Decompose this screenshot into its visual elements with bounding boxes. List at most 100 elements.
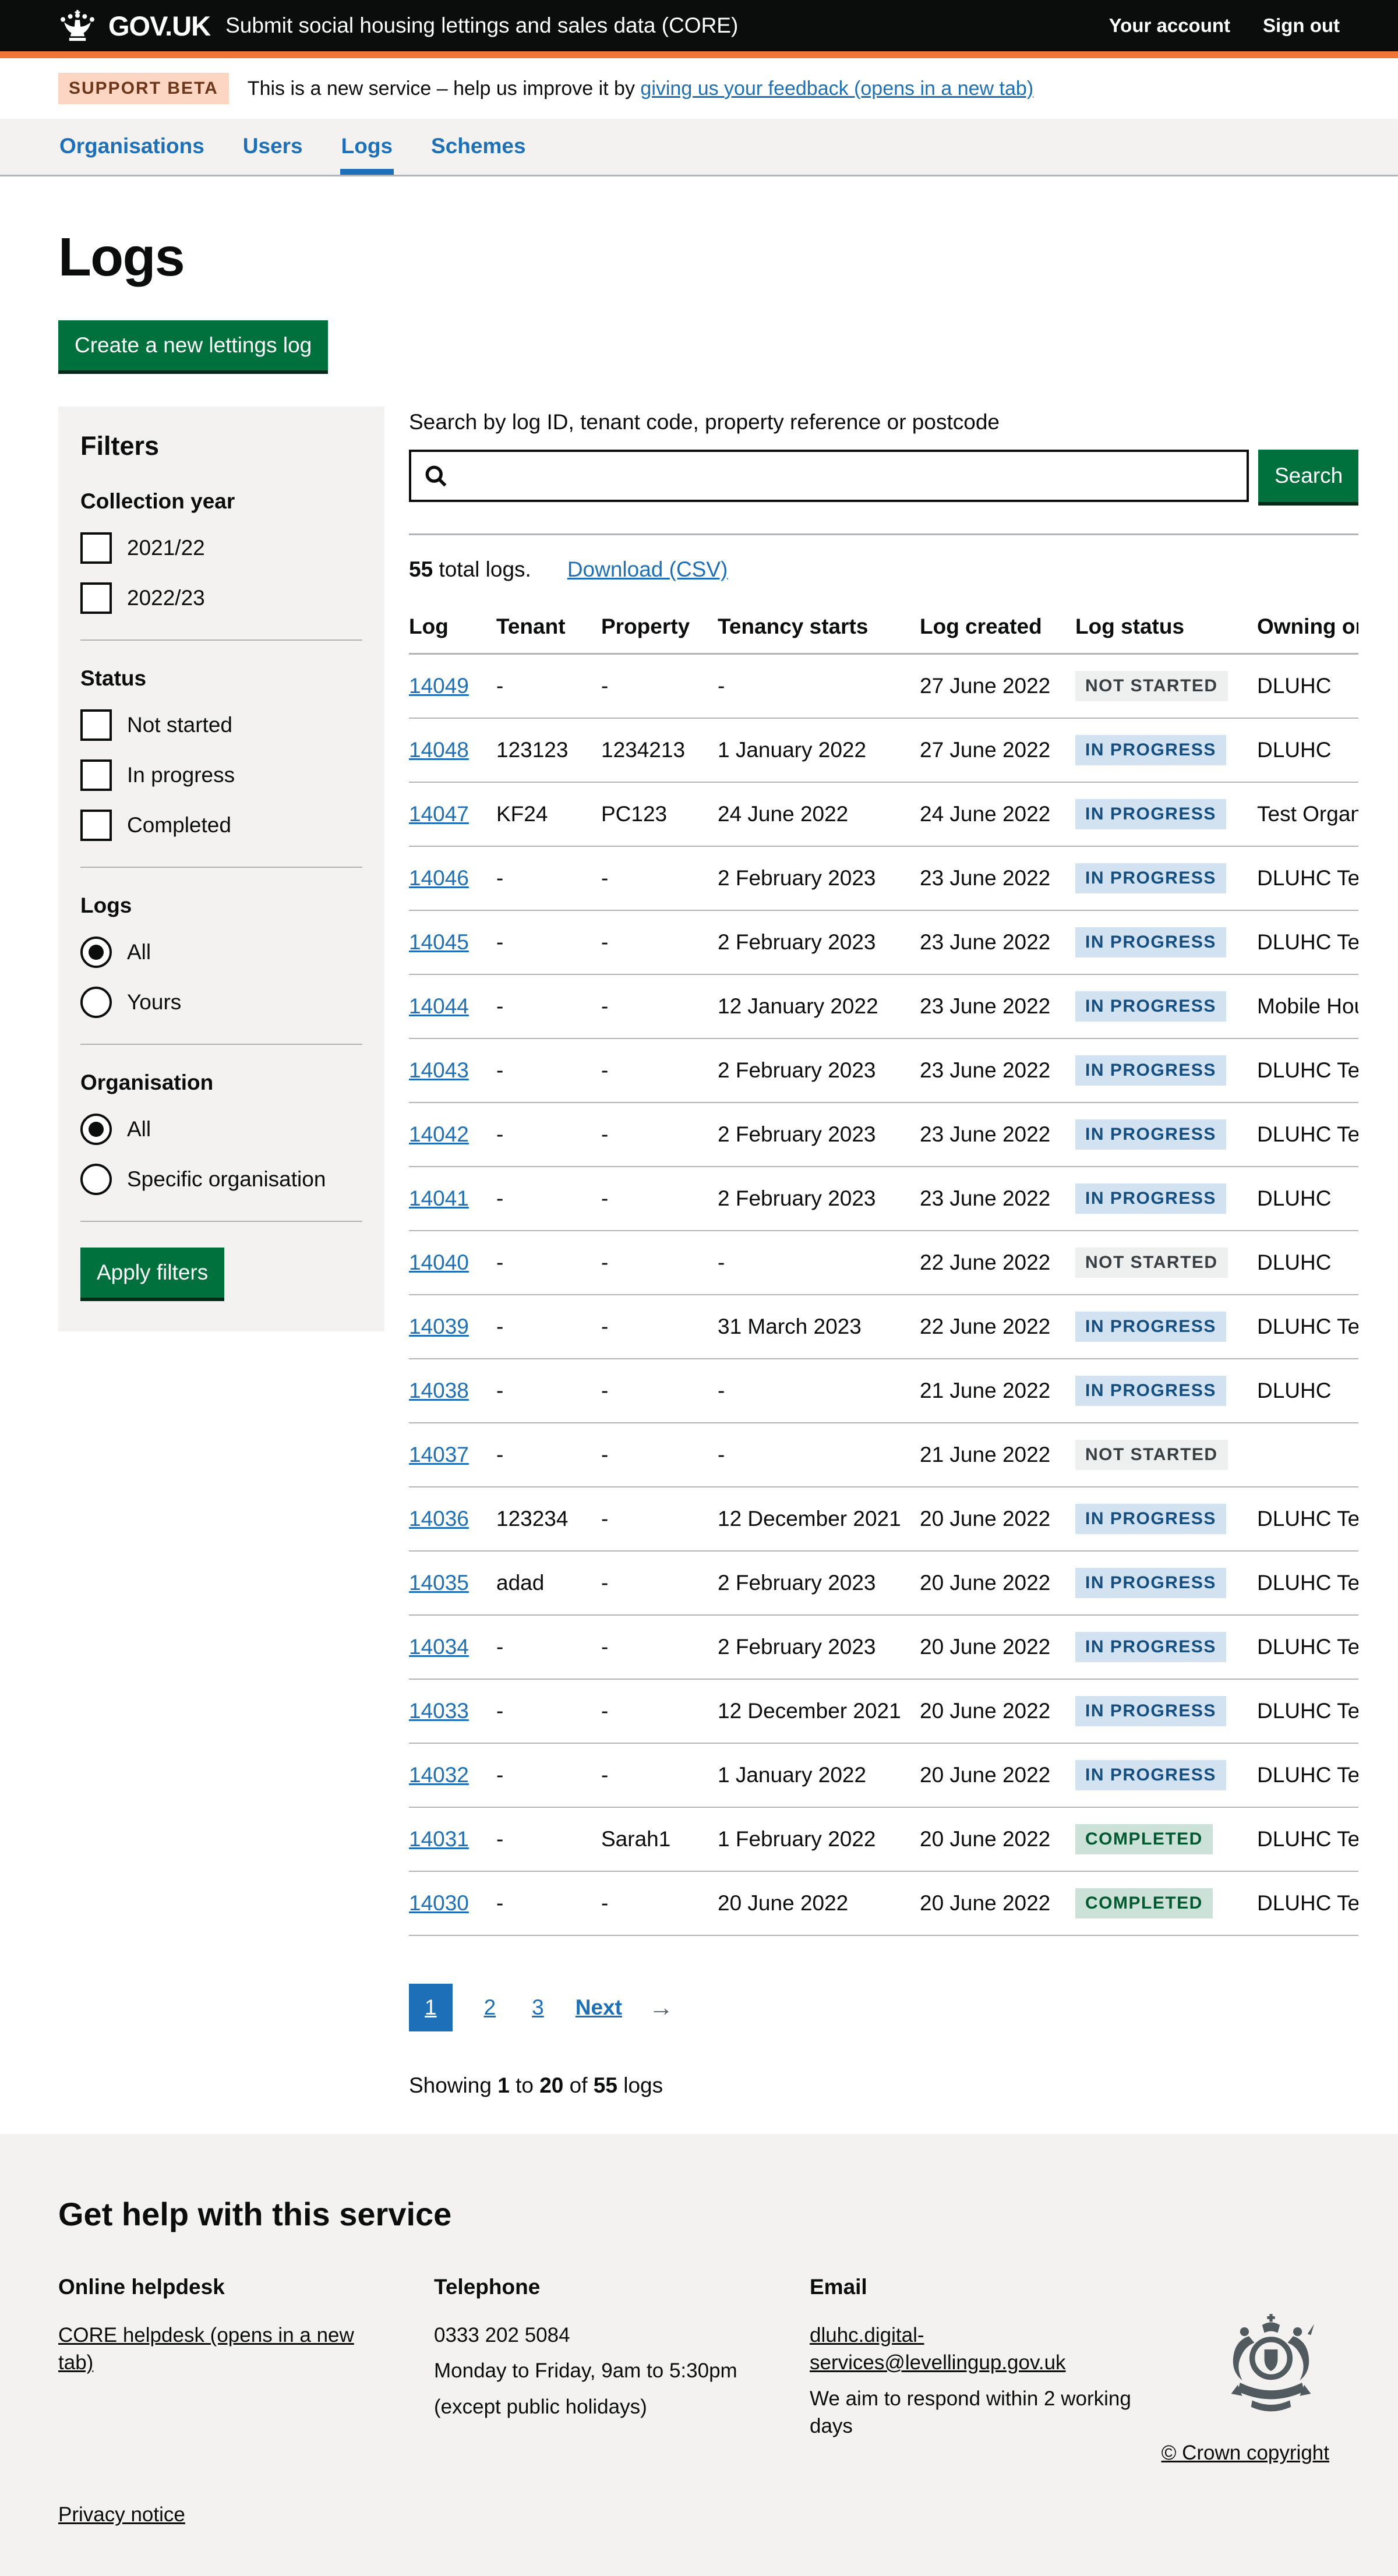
log-id-link[interactable]: 14031	[409, 1827, 469, 1851]
showing-prefix: Showing	[409, 2073, 497, 2097]
logs-table: LogTenantPropertyTenancy startsLog creat…	[409, 614, 1358, 1936]
checkbox-icon[interactable]	[80, 759, 112, 791]
status-badge: NOT STARTED	[1075, 1440, 1228, 1470]
cell-log: 14048	[409, 718, 496, 782]
log-id-link[interactable]: 14035	[409, 1571, 469, 1595]
search-row: Search	[409, 450, 1358, 502]
cell-tenant: adad	[496, 1551, 601, 1615]
log-id-link[interactable]: 14048	[409, 738, 469, 762]
radio-icon[interactable]	[80, 1114, 112, 1145]
log-id-link[interactable]: 14041	[409, 1186, 469, 1210]
radio-icon[interactable]	[80, 1164, 112, 1195]
cell-log-created: 20 June 2022	[920, 1551, 1075, 1615]
header-link-sign-out[interactable]: Sign out	[1263, 15, 1340, 37]
service-name[interactable]: Submit social housing lettings and sales…	[225, 13, 738, 38]
radio-option-specific-organisation[interactable]: Specific organisation	[80, 1164, 362, 1195]
apply-filters-button[interactable]: Apply filters	[80, 1248, 224, 1298]
cell-log-created: 20 June 2022	[920, 1871, 1075, 1935]
log-id-link[interactable]: 14039	[409, 1314, 469, 1338]
footer-link-core-helpdesk-opens-in-a-new-t[interactable]: CORE helpdesk (opens in a new tab)	[58, 2324, 354, 2374]
feedback-link[interactable]: giving us your feedback (opens in a new …	[640, 77, 1033, 100]
cell-log: 14044	[409, 974, 496, 1038]
log-id-link[interactable]: 14046	[409, 866, 469, 890]
status-badge: IN PROGRESS	[1075, 735, 1226, 765]
two-column-layout: Filters Collection year2021/222022/23Sta…	[58, 407, 1358, 2098]
cell-log-created: 22 June 2022	[920, 1231, 1075, 1295]
log-id-link[interactable]: 14043	[409, 1058, 469, 1082]
log-id-link[interactable]: 14037	[409, 1443, 469, 1467]
header-link-your-account[interactable]: Your account	[1109, 15, 1230, 37]
cell-property: -	[601, 1743, 718, 1807]
checkbox-option-2022-23[interactable]: 2022/23	[80, 582, 362, 614]
results-summary: 55 total logs. Download (CSV)	[409, 557, 1358, 582]
checkbox-icon[interactable]	[80, 582, 112, 614]
column-header-tenancy-starts: Tenancy starts	[718, 614, 920, 654]
status-badge: IN PROGRESS	[1075, 1760, 1226, 1790]
cell-tenant: -	[496, 1743, 601, 1807]
log-id-link[interactable]: 14033	[409, 1699, 469, 1723]
search-button[interactable]: Search	[1258, 450, 1358, 502]
radio-option-all[interactable]: All	[80, 1114, 362, 1145]
cell-owning-organisation: DLUHC Tes	[1257, 1295, 1358, 1359]
filter-section-organisation: OrganisationAllSpecific organisation	[80, 1070, 362, 1222]
checkbox-option-2021-22[interactable]: 2021/22	[80, 532, 362, 564]
log-id-link[interactable]: 14036	[409, 1507, 469, 1531]
log-id-link[interactable]: 14045	[409, 930, 469, 954]
radio-option-all[interactable]: All	[80, 937, 362, 968]
nav-item-organisations[interactable]: Organisations	[58, 119, 206, 175]
pagination-page-1[interactable]: 1	[409, 1984, 453, 2031]
nav-item-users[interactable]: Users	[242, 119, 304, 175]
showing-from: 1	[497, 2073, 510, 2097]
log-id-link[interactable]: 14030	[409, 1891, 469, 1915]
nav-item-schemes[interactable]: Schemes	[430, 119, 527, 175]
pagination-next-link[interactable]: Next	[576, 1995, 622, 2020]
cell-property: -	[601, 1487, 718, 1551]
cell-property: -	[601, 1871, 718, 1935]
search-input[interactable]	[409, 450, 1249, 502]
checkbox-icon[interactable]	[80, 810, 112, 841]
log-id-link[interactable]: 14047	[409, 802, 469, 826]
checkbox-icon[interactable]	[80, 532, 112, 564]
cell-log: 14033	[409, 1679, 496, 1743]
checkbox-option-in-progress[interactable]: In progress	[80, 759, 362, 791]
table-row: 1404812312312342131 January 202227 June …	[409, 718, 1358, 782]
cell-log-status: IN PROGRESS	[1075, 846, 1257, 910]
cell-log-status: IN PROGRESS	[1075, 1743, 1257, 1807]
cell-log-status: NOT STARTED	[1075, 654, 1257, 719]
table-row: 14032--1 January 202220 June 2022IN PROG…	[409, 1743, 1358, 1807]
cell-tenant: -	[496, 1615, 601, 1679]
log-id-link[interactable]: 14049	[409, 674, 469, 698]
radio-icon[interactable]	[80, 937, 112, 968]
pagination-page-3[interactable]: 3	[527, 1984, 549, 2031]
log-id-link[interactable]: 14038	[409, 1379, 469, 1402]
log-id-link[interactable]: 14034	[409, 1635, 469, 1659]
cell-tenant: -	[496, 1038, 601, 1103]
cell-log-created: 27 June 2022	[920, 718, 1075, 782]
privacy-notice-link[interactable]: Privacy notice	[58, 2503, 185, 2526]
crown-copyright-link[interactable]: © Crown copyright	[1162, 2441, 1329, 2465]
nav-item-logs[interactable]: Logs	[340, 119, 394, 175]
cell-log: 14042	[409, 1103, 496, 1167]
pagination-page-2[interactable]: 2	[479, 1984, 501, 2031]
radio-icon[interactable]	[80, 987, 112, 1018]
checkbox-icon[interactable]	[80, 709, 112, 741]
log-id-link[interactable]: 14042	[409, 1122, 469, 1146]
beta-text-prefix: This is a new service – help us improve …	[248, 77, 641, 100]
cell-log-created: 23 June 2022	[920, 1038, 1075, 1103]
filter-section-collection-year: Collection year2021/222022/23	[80, 489, 362, 641]
create-lettings-log-button[interactable]: Create a new lettings log	[58, 320, 328, 370]
filter-section-logs: LogsAllYours	[80, 893, 362, 1045]
checkbox-option-not-started[interactable]: Not started	[80, 709, 362, 741]
cell-property: -	[601, 1038, 718, 1103]
cell-tenancy-starts: 2 February 2023	[718, 910, 920, 974]
log-id-link[interactable]: 14032	[409, 1763, 469, 1787]
cell-owning-organisation: DLUHC Tes	[1257, 1103, 1358, 1167]
footer-link-dluhc-digital-services-levelli[interactable]: dluhc.digital-services@levellingup.gov.u…	[810, 2324, 1066, 2374]
download-csv-link[interactable]: Download (CSV)	[567, 557, 728, 582]
log-id-link[interactable]: 14040	[409, 1250, 469, 1274]
header-brand[interactable]: GOV.UK Submit social housing lettings an…	[58, 10, 738, 42]
cell-log-status: IN PROGRESS	[1075, 1487, 1257, 1551]
log-id-link[interactable]: 14044	[409, 994, 469, 1018]
checkbox-option-completed[interactable]: Completed	[80, 810, 362, 841]
radio-option-yours[interactable]: Yours	[80, 987, 362, 1018]
